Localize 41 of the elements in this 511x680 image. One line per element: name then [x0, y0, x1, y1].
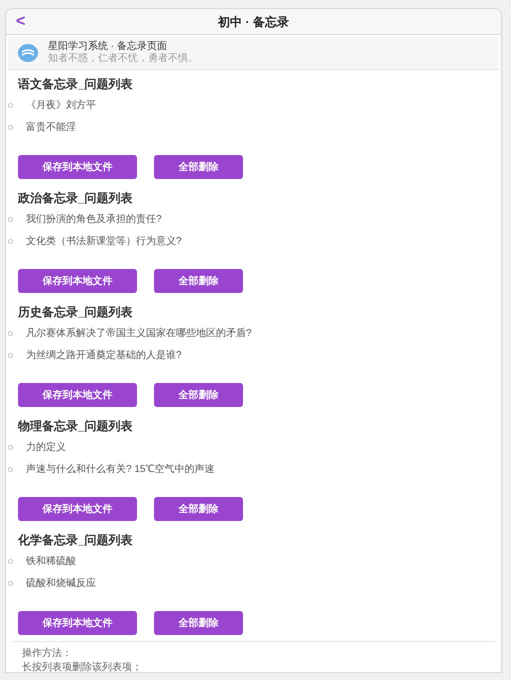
bullet-icon: [8, 238, 13, 244]
list-item[interactable]: 声速与什么和什么有关? 15℃空气中的声速: [26, 462, 214, 476]
list-item[interactable]: 力的定义: [26, 440, 66, 454]
instruction-text: 操作方法：: [22, 647, 73, 661]
save-button[interactable]: 保存到本地文件: [18, 383, 137, 407]
save-button[interactable]: 保存到本地文件: [18, 269, 137, 293]
section-title: 历史备忘录_问题列表: [17, 304, 134, 321]
delete-all-button[interactable]: 全部删除: [154, 155, 243, 179]
bullet-icon: [8, 580, 13, 586]
delete-all-button[interactable]: 全部删除: [154, 497, 243, 521]
banner-subtitle: 知者不惑，仁者不忧，勇者不惧。: [48, 53, 198, 65]
list-item[interactable]: 铁和稀硫酸: [26, 554, 76, 568]
bullet-icon: [8, 124, 13, 130]
delete-all-button[interactable]: 全部删除: [154, 383, 243, 407]
banner-title: 星阳学习系统 · 备忘录页面: [48, 41, 168, 52]
bullet-icon: [8, 216, 13, 222]
section-title: 化学备忘录_问题列表: [16, 532, 134, 549]
list-item[interactable]: 我们扮演的角色及承担的责任?: [26, 212, 162, 226]
bullet-icon: [8, 444, 13, 450]
save-button[interactable]: 保存到本地文件: [18, 611, 137, 635]
section-title: 政治备忘录_问题列表: [16, 190, 134, 207]
bullet-icon: [8, 102, 13, 108]
section-title: 物理备忘录_问题列表: [16, 418, 134, 435]
delete-all-button[interactable]: 全部删除: [154, 269, 243, 293]
bullet-icon: [8, 466, 13, 472]
list-item[interactable]: 硫酸和烧碱反应: [26, 576, 96, 590]
save-button[interactable]: 保存到本地文件: [18, 155, 137, 179]
list-item[interactable]: 凡尔赛体系解决了帝国主义国家在哪些地区的矛盾?: [26, 326, 252, 340]
window-title: 初中 · 备忘录: [216, 14, 290, 30]
delete-all-button[interactable]: 全部删除: [154, 611, 243, 635]
list-item[interactable]: 《月夜》刘方平: [26, 98, 96, 112]
bullet-icon: [8, 330, 13, 336]
bullet-icon: [8, 558, 13, 564]
list-item[interactable]: 富贵不能淫: [26, 120, 76, 134]
instruction-text: 长按列表项删除该列表项；: [22, 661, 143, 672]
section-title: 语文备忘录_问题列表: [16, 76, 134, 93]
list-item[interactable]: 为丝绸之路开通奠定基础的人是谁?: [26, 348, 182, 362]
list-item[interactable]: 文化类（书法新课堂等）行为意义?: [26, 234, 182, 248]
back-button[interactable]: <: [16, 14, 36, 30]
save-button[interactable]: 保存到本地文件: [18, 497, 137, 521]
bullet-icon: [8, 352, 13, 358]
